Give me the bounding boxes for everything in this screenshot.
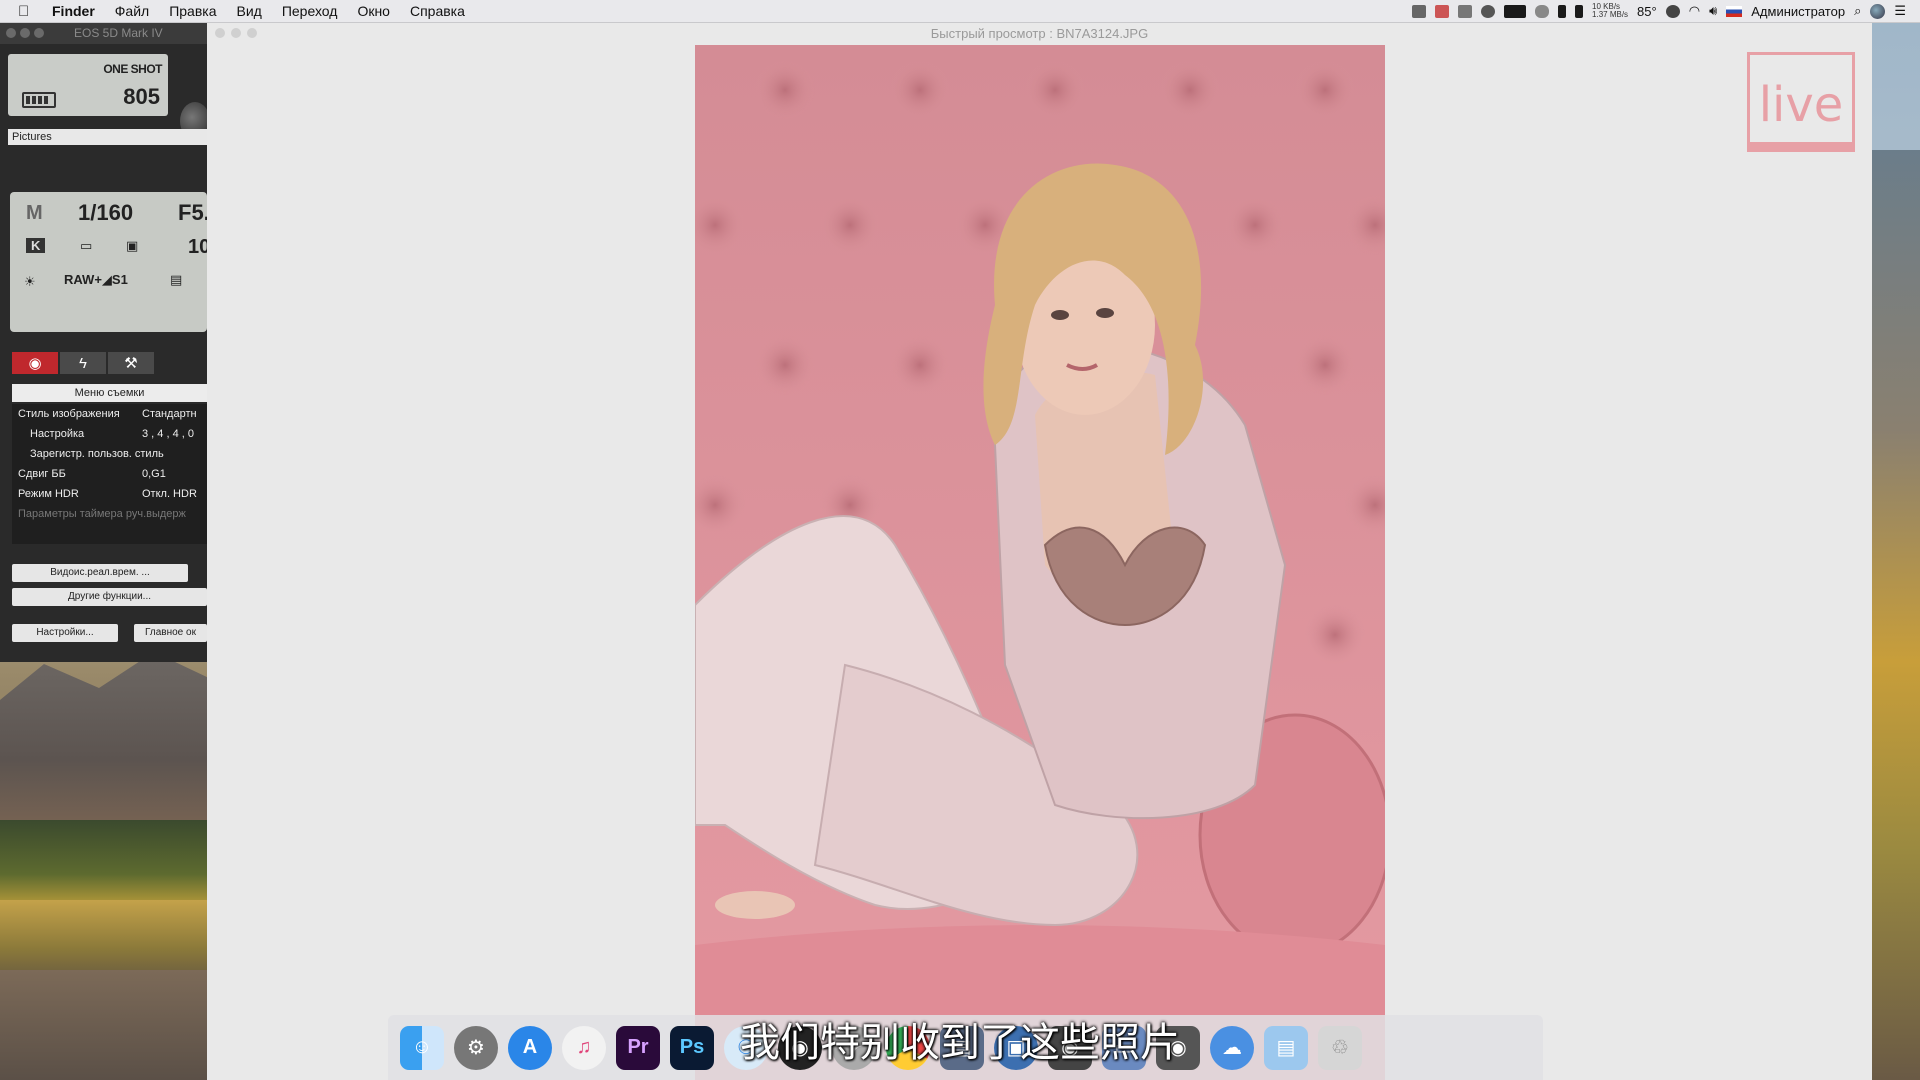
temperature-readout[interactable]: 85°: [1637, 4, 1657, 19]
menu-go[interactable]: Переход: [282, 3, 338, 19]
metering-icon[interactable]: ▣: [126, 238, 138, 254]
wallpaper-forest: [0, 820, 220, 910]
preview-photo[interactable]: [695, 45, 1385, 1080]
menu-row-hdr-mode[interactable]: Режим HDR Откл. HDR: [12, 484, 207, 504]
live-watermark-logo: live: [1747, 52, 1855, 152]
net-down-speed: 1.37 MB/s: [1592, 10, 1629, 19]
tab-flash-icon[interactable]: ϟ: [60, 352, 106, 374]
menu-row-picture-style[interactable]: Стиль изображения Стандартн: [12, 404, 207, 424]
eos-window-title: EOS 5D Mark IV: [74, 26, 163, 40]
menu-view[interactable]: Вид: [237, 3, 262, 19]
shots-remaining: 805: [123, 84, 160, 109]
cloud-icon[interactable]: [1535, 4, 1550, 18]
eos-titlebar: EOS 5D Mark IV: [0, 22, 207, 44]
menu-file[interactable]: Файл: [115, 3, 149, 19]
other-functions-button[interactable]: Другие функции...: [12, 588, 207, 606]
menu-row-key: Параметры таймера руч.выдерж: [18, 508, 186, 520]
folder-label[interactable]: Pictures: [8, 129, 207, 145]
wifi-icon[interactable]: ◠: [1689, 3, 1700, 19]
af-mode: ONE SHOT: [103, 62, 162, 76]
menu-row-value: Откл. HDR: [142, 488, 197, 500]
bluetooth-icon[interactable]: [1665, 4, 1680, 18]
auto-lighting-off-icon[interactable]: ☀: [24, 274, 36, 290]
dropbox-icon[interactable]: [1458, 4, 1473, 18]
video-subtitle: 我们特别收到了这些照片: [740, 1020, 1180, 1066]
quick-look-window: Быстрый просмотр : BN7A3124.JPG live: [207, 22, 1872, 1080]
shooting-menu-title: Меню съемки: [12, 384, 207, 402]
menu-row-key: Стиль изображения: [18, 408, 120, 420]
menu-help[interactable]: Справка: [410, 3, 465, 19]
wallpaper-right-strip: [1872, 150, 1920, 1080]
menu-window[interactable]: Окно: [357, 3, 390, 19]
top-lcd: ONE SHOT 805: [8, 54, 168, 116]
photo-illustration: [695, 45, 1385, 1080]
menu-row-key: Настройка: [30, 428, 85, 440]
menu-edit[interactable]: Правка: [169, 3, 216, 19]
battery-icon: [22, 92, 56, 108]
menu-row-detail-set[interactable]: Настройка 3 , 4 , 4 , 0: [12, 424, 207, 444]
display-icon[interactable]: [1412, 4, 1427, 18]
siri-icon[interactable]: [1870, 3, 1886, 19]
live-view-shoot-button[interactable]: Видоис.реал.врем. ...: [12, 564, 188, 582]
menu-app-name[interactable]: Finder: [52, 3, 95, 19]
spotlight-search-icon[interactable]: ⌕: [1854, 3, 1861, 19]
menu-row-value: 0,G1: [142, 468, 166, 480]
menu-row-key: Зарегистр. пользов. стиль: [30, 448, 164, 460]
apple-menu-icon[interactable]: : [18, 3, 38, 20]
eos-utility-window: EOS 5D Mark IV ONE SHOT 805 Pictures M 1…: [0, 22, 210, 662]
live-watermark-bar: [1747, 142, 1855, 152]
aperture-value[interactable]: F5.: [178, 200, 210, 226]
menu-row-value: Стандартн: [142, 408, 197, 420]
monitor-icon[interactable]: [1504, 4, 1527, 18]
calendar-icon[interactable]: [1435, 4, 1450, 18]
eos-tabs: ◉ ϟ ⚒: [12, 352, 154, 374]
menu-row-value: 3 , 4 , 4 , 0: [142, 428, 194, 440]
main-lcd: M 1/160 F5. K ▭ ▣ 10 ☀ RAW+◢S1 ▤: [10, 192, 210, 332]
preferences-button[interactable]: Настройки...: [12, 624, 118, 642]
russian-flag-icon[interactable]: [1726, 5, 1743, 17]
menu-row-bulb-timer[interactable]: Параметры таймера руч.выдерж: [12, 504, 207, 524]
main-window-button[interactable]: Главное ок: [134, 624, 207, 642]
creative-cloud-icon[interactable]: [1481, 4, 1496, 18]
network-speed: 10 KB/s 1.37 MB/s: [1592, 3, 1628, 19]
drive-mode-icon[interactable]: ▭: [80, 238, 92, 254]
cpu-icon[interactable]: [1575, 4, 1584, 18]
menu-bar:  Finder Файл Правка Вид Переход Окно Сп…: [0, 0, 1920, 23]
minimize-button[interactable]: [20, 28, 30, 38]
user-name[interactable]: Администратор: [1751, 4, 1845, 19]
close-button[interactable]: [6, 28, 16, 38]
memory-icon[interactable]: [1558, 4, 1567, 18]
notification-center-icon[interactable]: ☰: [1894, 3, 1906, 19]
shooting-mode[interactable]: M: [26, 202, 43, 225]
zoom-button[interactable]: [34, 28, 44, 38]
menu-row-wb-shift[interactable]: Сдвиг ББ 0,G1: [12, 464, 207, 484]
menu-row-key: Сдвиг ББ: [18, 468, 66, 480]
status-tray: 10 KB/s 1.37 MB/s 85° ◠ 🔊︎ Администратор…: [1412, 3, 1906, 19]
quick-look-titlebar: Быстрый просмотр : BN7A3124.JPG: [207, 22, 1872, 44]
menu-row-key: Режим HDR: [18, 488, 79, 500]
menu-row-user-style[interactable]: Зарегистр. пользов. стиль: [12, 444, 207, 464]
volume-icon[interactable]: 🔊︎: [1709, 3, 1717, 19]
wallpaper-field: [0, 900, 220, 980]
tab-tools-icon[interactable]: ⚒: [108, 352, 154, 374]
transfer-icon[interactable]: ▤: [170, 272, 182, 288]
shutter-speed[interactable]: 1/160: [78, 200, 133, 226]
image-quality[interactable]: RAW+◢S1: [64, 272, 128, 288]
white-balance[interactable]: K: [26, 238, 46, 253]
tab-shooting-camera-icon[interactable]: ◉: [12, 352, 58, 374]
quick-look-title: Быстрый просмотр : BN7A3124.JPG: [930, 26, 1149, 41]
shooting-menu-list: Стиль изображения Стандартн Настройка 3 …: [12, 404, 207, 544]
